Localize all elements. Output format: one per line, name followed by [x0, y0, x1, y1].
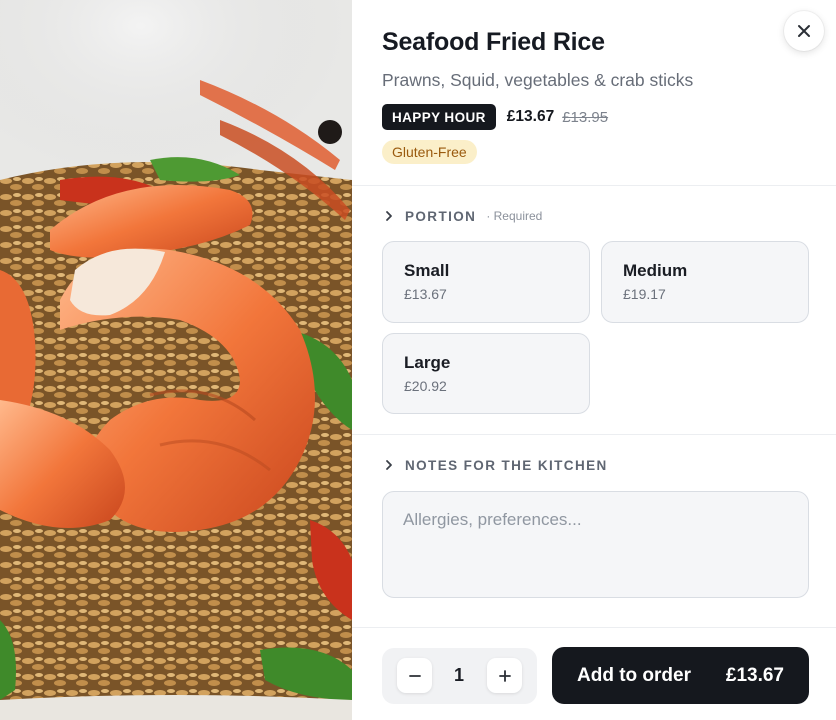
dish-title: Seafood Fried Rice — [382, 28, 605, 56]
plus-icon — [498, 669, 511, 682]
add-to-order-button[interactable]: Add to order £13.67 — [552, 647, 809, 704]
price-row: HAPPY HOUR £13.67 £13.95 — [382, 104, 608, 130]
increase-quantity-button[interactable] — [487, 658, 522, 693]
chevron-right-icon — [386, 460, 392, 470]
portion-option-medium[interactable]: Medium £19.17 — [601, 241, 809, 323]
quantity-stepper: 1 — [382, 648, 537, 704]
portion-option-price: £19.17 — [623, 286, 666, 302]
divider — [352, 434, 836, 435]
portion-option-name: Small — [404, 261, 450, 280]
order-total: £13.67 — [725, 664, 784, 686]
required-note: · Required — [486, 209, 543, 223]
dish-photo — [0, 0, 352, 720]
portion-option-name: Large — [404, 353, 451, 372]
divider — [352, 185, 836, 186]
divider — [352, 627, 836, 628]
notes-title: NOTES FOR THE KITCHEN — [405, 457, 608, 473]
portion-option-price: £20.92 — [404, 378, 447, 394]
dish-photo-illustration — [0, 0, 352, 720]
portion-option-small[interactable]: Small £13.67 — [382, 241, 590, 323]
current-price: £13.67 — [506, 108, 555, 125]
portion-option-price: £13.67 — [404, 286, 447, 302]
portion-option-large[interactable]: Large £20.92 — [382, 333, 590, 414]
minus-icon — [408, 674, 421, 677]
dish-details-panel: Seafood Fried Rice Prawns, Squid, vegeta… — [352, 0, 836, 720]
portion-option-name: Medium — [623, 261, 688, 280]
decrease-quantity-button[interactable] — [397, 658, 432, 693]
quantity-value: 1 — [453, 665, 464, 685]
kitchen-notes-input[interactable] — [382, 491, 809, 598]
dish-description: Prawns, Squid, vegetables & crab sticks — [382, 70, 694, 90]
original-price: £13.95 — [562, 108, 609, 126]
portion-title: PORTION — [405, 208, 477, 224]
notes-section-header[interactable]: NOTES FOR THE KITCHEN — [382, 456, 608, 474]
portion-section-header[interactable]: PORTION · Required — [382, 207, 542, 225]
chevron-right-icon — [386, 211, 392, 221]
gluten-free-tag: Gluten-Free — [382, 140, 477, 164]
happy-hour-badge: HAPPY HOUR — [382, 104, 496, 130]
add-to-order-label: Add to order — [577, 664, 691, 686]
